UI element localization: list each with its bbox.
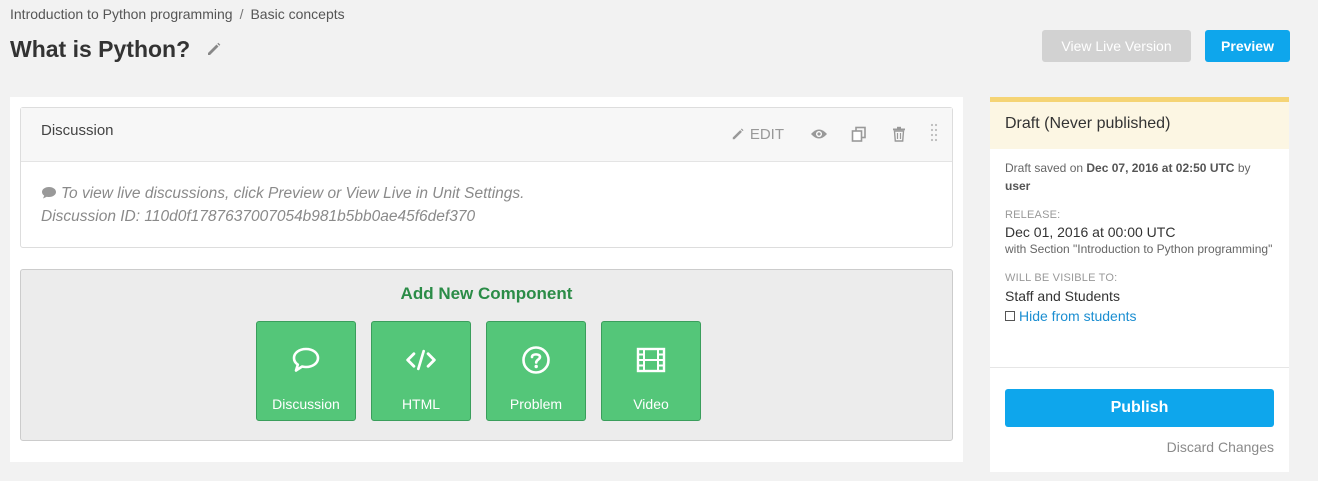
chat-bubble-icon bbox=[290, 344, 322, 376]
hide-from-students-checkbox[interactable] bbox=[1005, 311, 1015, 321]
add-discussion-label: Discussion bbox=[272, 396, 340, 412]
add-new-component-title: Add New Component bbox=[400, 284, 573, 303]
breadcrumb-section-link[interactable]: Basic concepts bbox=[250, 6, 344, 22]
xblock-title: Discussion bbox=[41, 122, 114, 139]
add-problem-button[interactable]: Problem bbox=[486, 321, 586, 421]
film-icon bbox=[635, 344, 667, 376]
add-html-label: HTML bbox=[401, 396, 441, 412]
add-discussion-button[interactable]: Discussion bbox=[256, 321, 356, 421]
help-text-line1: To view live discussions, click Preview … bbox=[61, 185, 525, 202]
draft-saved-section: Draft saved on Dec 07, 2016 at 02:50 UTC… bbox=[990, 149, 1289, 195]
discussion-help-text: To view live discussions, click Preview … bbox=[41, 182, 932, 205]
draft-saved-prefix: Draft saved on bbox=[1005, 161, 1084, 175]
view-live-button[interactable]: View Live Version bbox=[1042, 30, 1191, 62]
xblock-actions: EDIT bbox=[731, 123, 938, 145]
code-icon bbox=[405, 344, 437, 376]
release-label: RELEASE: bbox=[1005, 209, 1061, 221]
preview-button[interactable]: Preview bbox=[1205, 30, 1290, 62]
breadcrumb-separator: / bbox=[239, 6, 244, 22]
breadcrumb: Introduction to Python programming / Basic… bbox=[10, 6, 345, 22]
draft-saved-by: by bbox=[1237, 161, 1251, 175]
status-title: Draft (Never published) bbox=[990, 97, 1289, 149]
comment-icon bbox=[41, 183, 57, 199]
release-date: Dec 01, 2016 at 00:00 UTC bbox=[1005, 224, 1176, 240]
trash-icon[interactable] bbox=[890, 125, 908, 143]
drag-handle-icon[interactable] bbox=[930, 123, 938, 145]
release-note: with Section "Introduction to Python pro… bbox=[1005, 242, 1273, 256]
hide-from-students-link[interactable]: Hide from students bbox=[1019, 308, 1137, 324]
page-title: What is Python? bbox=[10, 36, 191, 62]
add-problem-label: Problem bbox=[509, 396, 563, 412]
visible-value: Staff and Students bbox=[1005, 288, 1120, 304]
unit-content-panel: Discussion EDIT To view live discussions… bbox=[10, 97, 963, 462]
edit-button[interactable]: EDIT bbox=[731, 126, 784, 143]
draft-saved-date: Dec 07, 2016 at 02:50 UTC bbox=[1086, 161, 1235, 175]
visible-label: WILL BE VISIBLE TO: bbox=[1005, 272, 1118, 284]
pencil-icon[interactable] bbox=[206, 41, 224, 59]
edit-label: EDIT bbox=[749, 125, 784, 143]
duplicate-icon[interactable] bbox=[850, 125, 868, 143]
release-section: RELEASE: Dec 01, 2016 at 00:00 UTC with … bbox=[990, 195, 1289, 258]
add-new-component-panel: Add New Component Discussion HTML Proble… bbox=[20, 269, 953, 441]
component-buttons: Discussion HTML Problem Video bbox=[256, 321, 701, 421]
breadcrumb-course-link[interactable]: Introduction to Python programming bbox=[10, 6, 233, 22]
discussion-id-text: Discussion ID: 110d0f1787637007054b981b5… bbox=[41, 208, 476, 225]
draft-saved-user: user bbox=[1005, 179, 1031, 193]
pencil-icon bbox=[732, 128, 744, 140]
publish-status-sidebar: Draft (Never published) Draft saved on D… bbox=[990, 97, 1289, 472]
visibility-section: WILL BE VISIBLE TO: Staff and Students H… bbox=[990, 258, 1289, 324]
question-circle-icon bbox=[520, 344, 552, 376]
xblock-header: Discussion EDIT bbox=[21, 108, 952, 162]
page-title-row: What is Python? bbox=[10, 36, 224, 63]
sidebar-divider bbox=[990, 367, 1289, 368]
discussion-xblock: Discussion EDIT To view live discussions… bbox=[20, 107, 953, 248]
xblock-body: To view live discussions, click Preview … bbox=[21, 162, 952, 248]
add-html-button[interactable]: HTML bbox=[371, 321, 471, 421]
draft-saved-text: Draft saved on Dec 07, 2016 at 02:50 UTC… bbox=[1005, 159, 1274, 195]
eye-icon[interactable] bbox=[810, 125, 828, 143]
discard-changes-link[interactable]: Discard Changes bbox=[1167, 439, 1274, 455]
hide-from-students-control[interactable]: Hide from students bbox=[1005, 308, 1274, 324]
add-video-label: Video bbox=[633, 396, 669, 412]
publish-button[interactable]: Publish bbox=[1005, 389, 1274, 427]
add-video-button[interactable]: Video bbox=[601, 321, 701, 421]
